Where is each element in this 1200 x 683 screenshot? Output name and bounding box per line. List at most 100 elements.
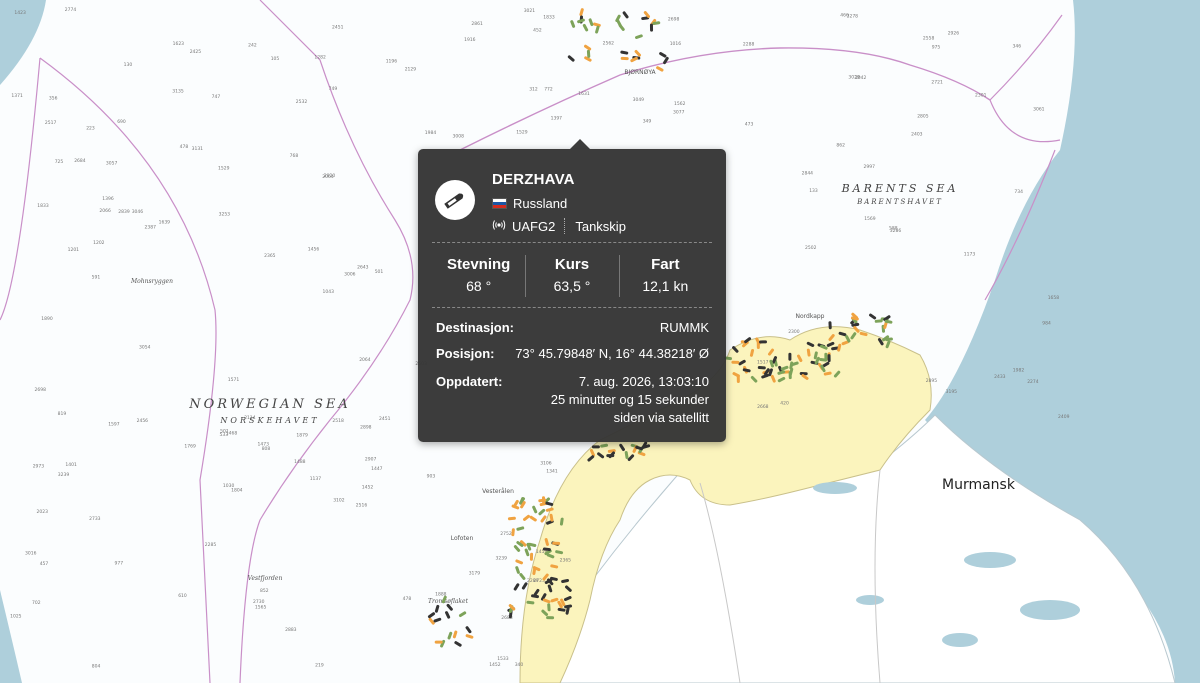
stat-label: Fart — [651, 256, 680, 273]
label-nordkapp: Nordkapp — [796, 313, 825, 320]
label-norskehavet: NORSKEHAVET — [219, 416, 319, 425]
depth-sounding: 591 — [92, 275, 101, 281]
updated-source: siden via satellitt — [613, 410, 709, 425]
depth-sounding: 1833 — [37, 203, 49, 209]
depth-sounding: 2997 — [864, 164, 876, 170]
depth-sounding: 1468 — [226, 430, 238, 436]
depth-sounding: 2023 — [37, 509, 49, 515]
vessel-marker[interactable] — [606, 454, 615, 458]
depth-sounding: 3135 — [172, 89, 184, 95]
popup-pointer — [570, 139, 590, 149]
depth-sounding: 2898 — [360, 424, 372, 430]
depth-sounding: 725 — [55, 159, 64, 165]
vessel-marker[interactable] — [542, 496, 546, 505]
vessel-marker[interactable] — [757, 366, 766, 370]
depth-sounding: 772 — [544, 87, 553, 93]
depth-sounding: 2129 — [405, 66, 417, 72]
depth-sounding: 2516 — [356, 502, 368, 508]
depth-sounding: 2456 — [137, 418, 149, 424]
depth-sounding: 2926 — [948, 31, 960, 37]
depth-sounding: 852 — [260, 588, 269, 594]
depth-sounding: 1529 — [218, 166, 230, 172]
position-label: Posisjon: — [436, 346, 495, 361]
vessel-marker[interactable] — [552, 541, 561, 545]
depth-sounding: 2517 — [45, 120, 57, 126]
stat-value: 68 ° — [466, 278, 492, 294]
depth-sounding: 457 — [40, 561, 49, 567]
position-value: 73° 45.79848′ N, 16° 44.38218′ Ø — [515, 346, 709, 361]
updated-row: Oppdatert: 7. aug. 2026, 13:03:10 25 min… — [436, 373, 709, 427]
depth-sounding: 1623 — [173, 41, 185, 47]
position-row: Posisjon: 73° 45.79848′ N, 16° 44.38218′… — [436, 346, 709, 361]
depth-sounding: 734 — [1014, 189, 1023, 195]
vessel-marker[interactable] — [591, 445, 600, 449]
depth-sounding: 2698 — [35, 387, 47, 393]
depth-sounding: 3239 — [58, 472, 70, 478]
divider — [432, 242, 712, 243]
depth-sounding: 2518 — [332, 418, 344, 424]
stat-course: Kurs 63,5 ° — [525, 253, 618, 299]
vessel-marker[interactable] — [649, 23, 654, 32]
depth-sounding: 2451 — [379, 416, 391, 422]
label-bjornoya: BJØRNØYA — [624, 69, 656, 76]
stat-value: 63,5 ° — [553, 278, 591, 294]
russia-flag-icon — [492, 198, 507, 209]
depth-sounding: 2643 — [357, 264, 369, 270]
destination-label: Destinasjon: — [436, 320, 515, 335]
vessel-marker[interactable] — [731, 360, 740, 364]
depth-sounding: 1890 — [41, 316, 53, 322]
vessel-type: Tankskip — [575, 218, 626, 234]
vessel-marker[interactable] — [788, 371, 792, 380]
depth-sounding: 610 — [178, 593, 187, 599]
vessel-marker[interactable] — [788, 352, 792, 361]
depth-sounding: 2502 — [805, 245, 817, 251]
depth-sounding: 1371 — [11, 93, 23, 99]
vessel-marker[interactable] — [586, 49, 591, 58]
depth-sounding: 3179 — [469, 570, 481, 576]
depth-sounding: 1196 — [386, 58, 398, 64]
depth-sounding: 1658 — [1048, 295, 1060, 301]
depth-sounding: 1137 — [310, 476, 322, 482]
vessel-marker[interactable] — [827, 354, 831, 363]
lake — [942, 633, 978, 647]
ship-icon — [435, 180, 475, 220]
depth-sounding: 1341 — [546, 468, 558, 474]
radio-signal-icon — [492, 219, 506, 234]
vessel-marker[interactable] — [620, 56, 629, 61]
depth-sounding: 1423 — [14, 10, 26, 16]
depth-sounding: 1201 — [68, 247, 80, 253]
label-norwegian-sea: NORWEGIAN SEA — [188, 397, 351, 412]
depth-sounding: 356 — [49, 96, 58, 102]
depth-sounding: 1396 — [102, 196, 114, 202]
depth-sounding: 242 — [248, 42, 257, 48]
vessel-marker[interactable] — [759, 340, 767, 344]
divider — [564, 218, 566, 234]
depth-sounding: 1916 — [464, 37, 476, 43]
depth-sounding: 2895 — [926, 378, 938, 384]
vessel-info-popup[interactable]: DERZHAVA Russland UAFG2 Tankskip Stevnin… — [418, 139, 726, 442]
depth-sounding: 702 — [32, 600, 41, 606]
depth-sounding: 1447 — [371, 466, 383, 472]
depth-sounding: 3286 — [890, 228, 902, 234]
lake — [856, 595, 884, 605]
vessel-marker[interactable] — [546, 616, 555, 620]
depth-sounding: 975 — [932, 45, 941, 51]
depth-sounding: 340 — [515, 662, 524, 668]
updated-label: Oppdatert: — [436, 374, 503, 389]
vessel-marker[interactable] — [547, 603, 551, 612]
depth-sounding: 2973 — [33, 463, 45, 469]
depth-sounding: 1639 — [159, 219, 171, 225]
depth-sounding: 2721 — [931, 79, 943, 85]
depth-sounding: 1202 — [93, 240, 105, 246]
depth-sounding: 903 — [427, 473, 436, 479]
destination-row: Destinasjon: RUMMK — [436, 320, 709, 335]
vessel-marker[interactable] — [434, 640, 443, 644]
depth-sounding: 3042 — [855, 75, 867, 81]
depth-sounding: 3006 — [344, 272, 356, 278]
vessel-marker[interactable] — [828, 321, 832, 330]
depth-sounding: 2698 — [668, 17, 680, 23]
depth-sounding: 984 — [1042, 321, 1051, 327]
vessel-marker[interactable] — [529, 552, 534, 561]
depth-sounding: 2066 — [99, 208, 111, 214]
updated-timestamp: 7. aug. 2026, 13:03:10 — [578, 374, 709, 389]
